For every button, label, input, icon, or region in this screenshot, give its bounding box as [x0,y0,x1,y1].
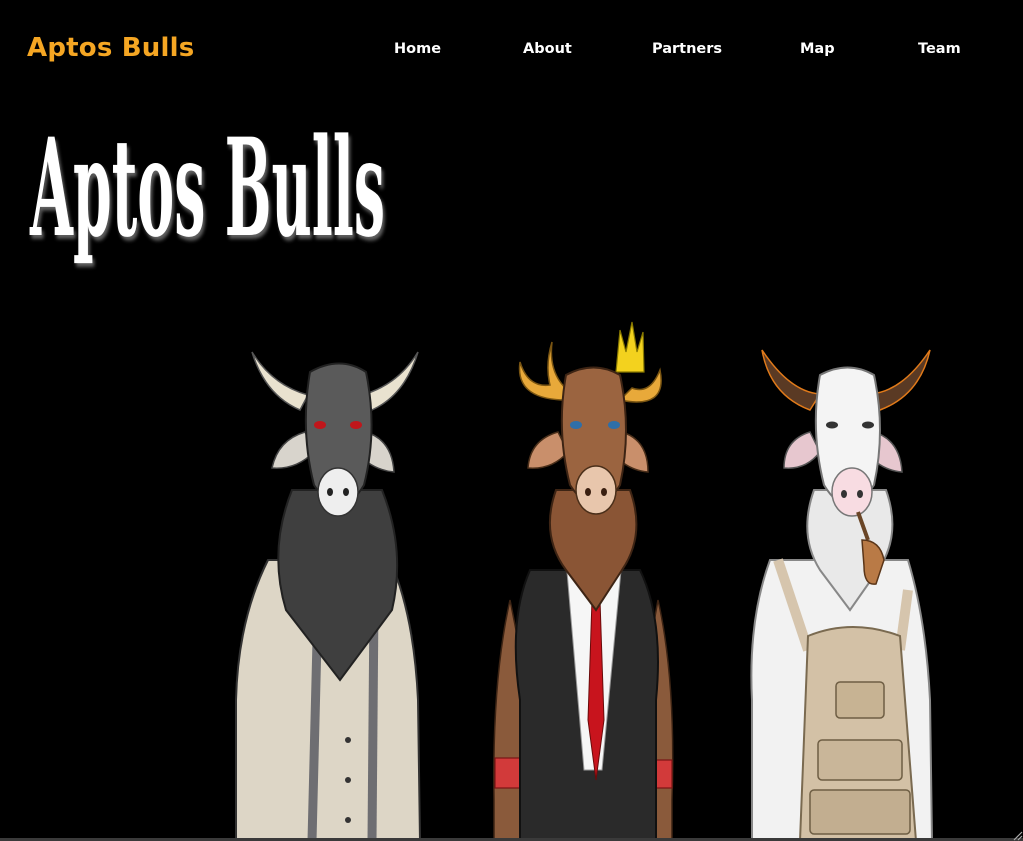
nav-team[interactable]: Team [918,41,961,57]
bull-character-1 [235,351,422,841]
resize-grip-icon[interactable] [1009,827,1023,841]
bull-characters-illustration [235,321,934,841]
nav-about[interactable]: About [523,41,572,57]
hero-wordmark: Aptos Bulls [30,108,385,267]
bull-character-3 [750,349,934,841]
hero-wordmark-text: Aptos Bulls [30,108,385,267]
nav-home[interactable]: Home [394,41,441,57]
nav-partners[interactable]: Partners [652,41,722,57]
nav-map[interactable]: Map [800,41,835,57]
bull-character-2 [493,321,674,841]
brand-logo-link[interactable]: Aptos Bulls [27,33,194,63]
